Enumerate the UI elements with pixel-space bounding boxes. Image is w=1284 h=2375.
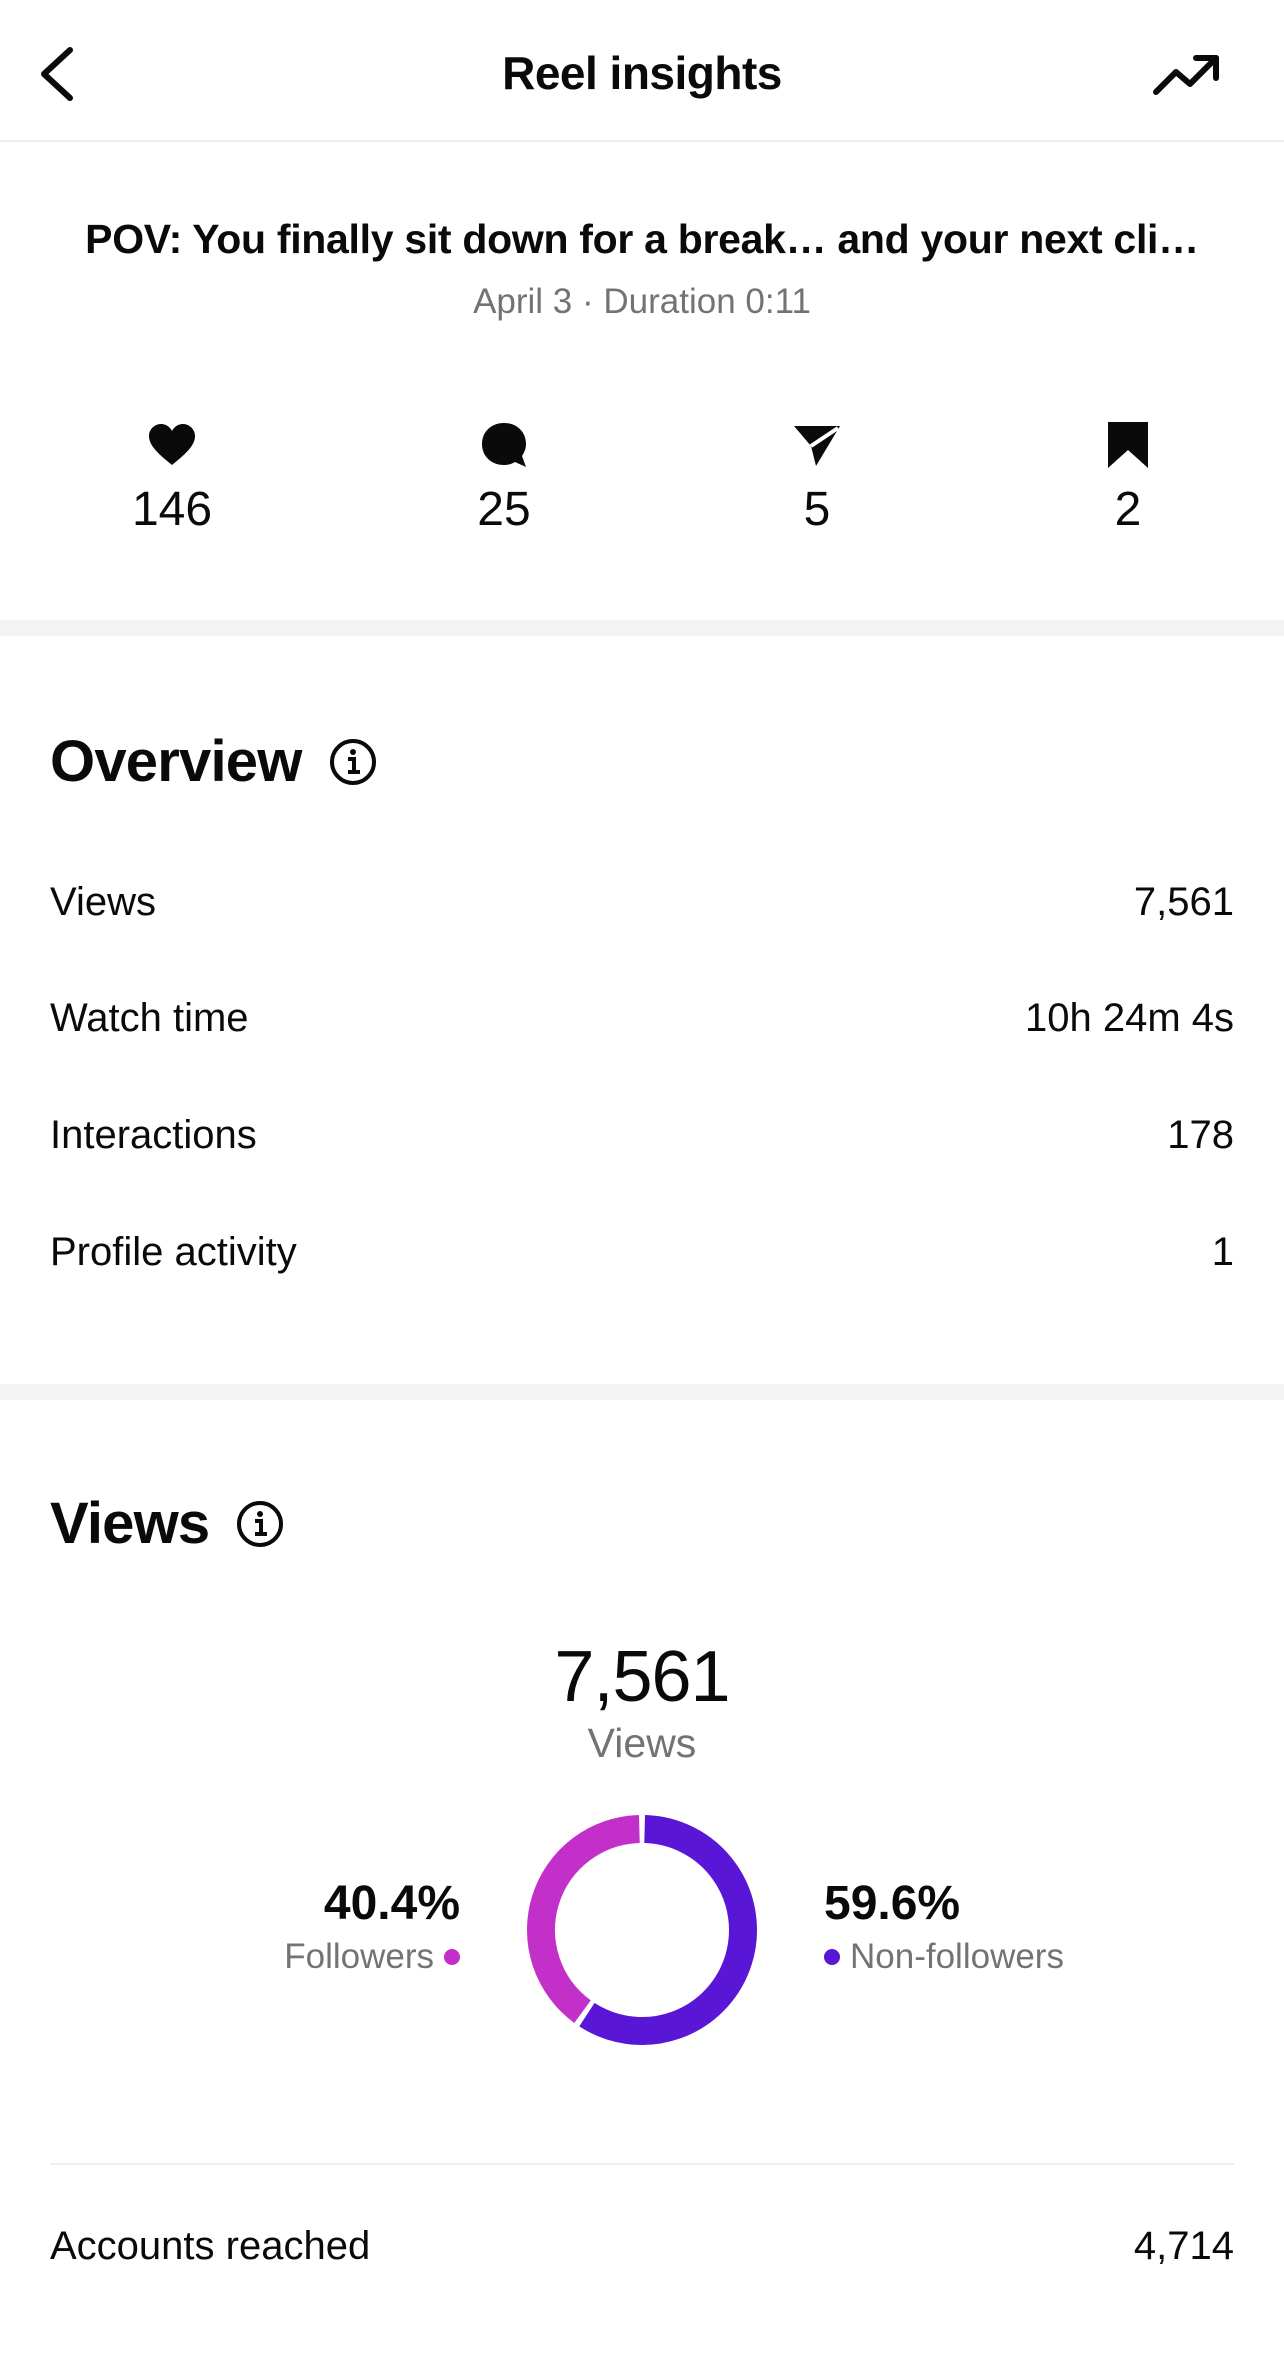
trends-button[interactable] <box>1150 48 1226 104</box>
followers-label: Followers <box>284 1937 434 1976</box>
nonfollowers-percent: 59.6% <box>824 1877 961 1930</box>
overview-row-interactions[interactable]: Interactions 178 <box>50 1105 1234 1165</box>
followers-dot <box>444 1949 460 1965</box>
section-divider <box>0 620 1284 636</box>
comments-count: 25 <box>477 483 531 536</box>
nonfollowers-dot <box>824 1949 840 1965</box>
overview-title: Overview <box>50 729 302 794</box>
row-value: 4,714 <box>1133 2223 1234 2268</box>
nonfollowers-segment <box>579 1815 757 2045</box>
views-heading: Views <box>50 1490 285 1557</box>
followers-segment <box>527 1815 641 2023</box>
reel-meta: April 3 · Duration 0:11 <box>473 282 811 321</box>
reel-caption: POV: You finally sit down for a break… a… <box>85 216 1199 262</box>
overview-row-profile-activity[interactable]: Profile activity 1 <box>50 1222 1234 1282</box>
section-divider <box>0 1384 1284 1400</box>
row-label: Interactions <box>50 1112 257 1157</box>
overview-heading: Overview <box>50 728 378 795</box>
saves-count: 2 <box>1114 483 1142 536</box>
overview-row-views[interactable]: Views 7,561 <box>50 872 1234 932</box>
page-title: Reel insights <box>502 47 782 99</box>
row-value: 7,561 <box>1133 879 1234 924</box>
info-icon[interactable] <box>328 737 378 787</box>
nonfollowers-label: Non-followers <box>850 1937 1064 1976</box>
likes-count: 146 <box>131 483 213 536</box>
shares-count: 5 <box>803 483 831 536</box>
info-icon[interactable] <box>235 1499 285 1549</box>
followers-percent: 40.4% <box>323 1877 460 1930</box>
likes-stat: 146 <box>72 420 272 537</box>
trending-up-icon <box>1153 55 1219 95</box>
saves-stat: 2 <box>1028 420 1228 537</box>
row-value: 1 <box>1211 1229 1234 1274</box>
overview-row-watch-time[interactable]: Watch time 10h 24m 4s <box>50 988 1234 1048</box>
row-label: Watch time <box>50 995 249 1040</box>
views-donut-chart <box>527 1815 757 2045</box>
row-value: 178 <box>1167 1112 1234 1157</box>
comment-icon <box>482 423 526 467</box>
heart-icon <box>149 424 195 465</box>
views-total: 7,561 <box>554 1637 730 1717</box>
top-bar: Reel insights <box>0 0 1284 142</box>
shares-stat: 5 <box>717 420 917 537</box>
row-value: 10h 24m 4s <box>1024 995 1234 1040</box>
followers-legend: 40.4% Followers <box>284 1876 460 1977</box>
views-title: Views <box>50 1491 210 1556</box>
bookmark-icon <box>1108 422 1148 468</box>
row-label: Accounts reached <box>50 2223 371 2268</box>
views-total-label: Views <box>587 1720 697 1766</box>
row-label: Profile activity <box>50 1229 297 1274</box>
reel-insights-page: Reel insights POV: You finally sit down … <box>0 0 1284 2375</box>
send-icon <box>794 426 840 466</box>
row-label: Views <box>50 879 156 924</box>
nonfollowers-legend: 59.6% Non-followers <box>824 1876 1064 1977</box>
divider-line <box>50 2163 1234 2165</box>
accounts-reached-row[interactable]: Accounts reached 4,714 <box>50 2216 1234 2276</box>
comments-stat: 25 <box>404 420 604 537</box>
